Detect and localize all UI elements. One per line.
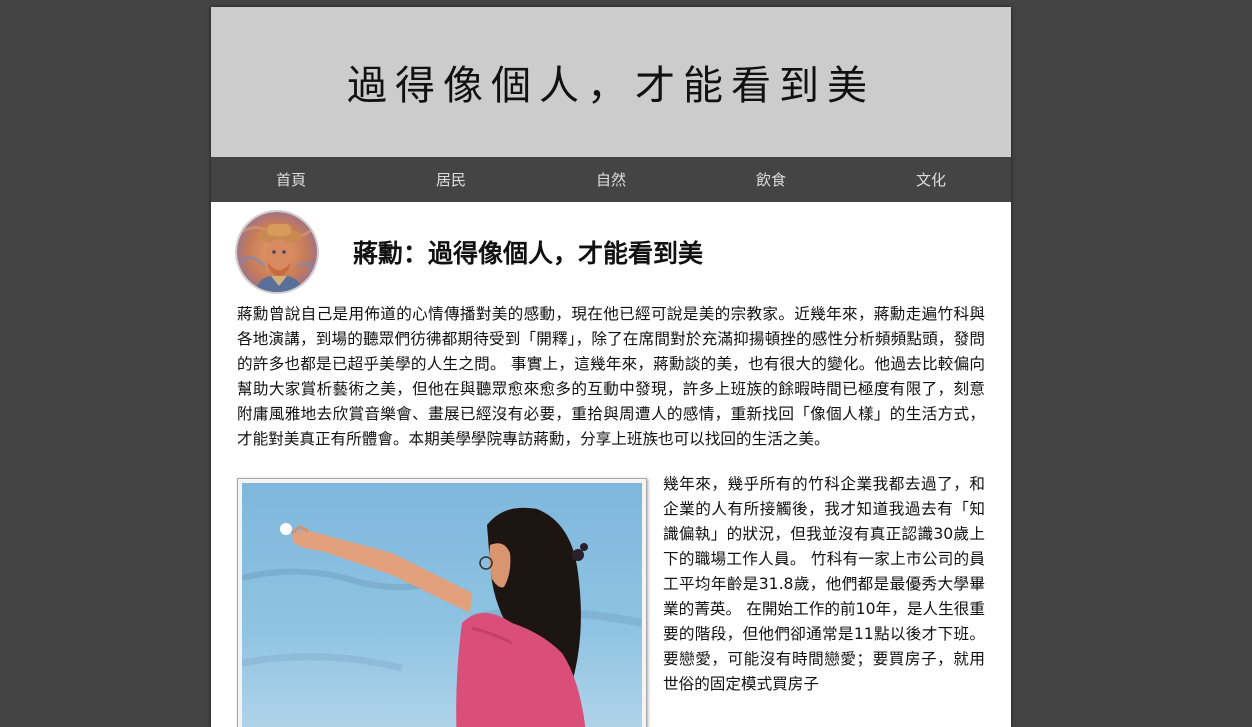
author-avatar	[235, 210, 319, 294]
article-lead: 蔣勳曾說自己是用佈道的心情傳播對美的感動，現在他已經可說是美的宗教家。近幾年來，…	[237, 305, 985, 448]
article-header: 蔣勳：過得像個人，才能看到美	[235, 202, 985, 302]
article-title: 蔣勳：過得像個人，才能看到美	[353, 239, 704, 268]
site-banner: 過得像個人，才能看到美	[211, 7, 1011, 157]
nav-item-nature[interactable]: 自然	[531, 157, 691, 202]
article-body: 幾年來，幾乎所有的竹科企業我都去過了，和企業的人有所接觸後，我才知道我過去有「知…	[237, 472, 985, 727]
page-container: 過得像個人，才能看到美 首頁 居民 自然 飲食 文化 蔣勳：過得像個人，才能看到…	[211, 7, 1011, 727]
nav-item-home[interactable]: 首頁	[211, 157, 371, 202]
nav-item-residents[interactable]: 居民	[371, 157, 531, 202]
article-photo	[237, 478, 647, 727]
main-nav: 首頁 居民 自然 飲食 文化	[211, 157, 1011, 202]
article-content: 蔣勳：過得像個人，才能看到美 蔣勳曾說自己是用佈道的心情傳播對美的感動，現在他已…	[211, 202, 1011, 727]
nav-item-food[interactable]: 飲食	[691, 157, 851, 202]
site-title: 過得像個人，才能看到美	[347, 63, 875, 109]
nav-item-culture[interactable]: 文化	[851, 157, 1011, 202]
